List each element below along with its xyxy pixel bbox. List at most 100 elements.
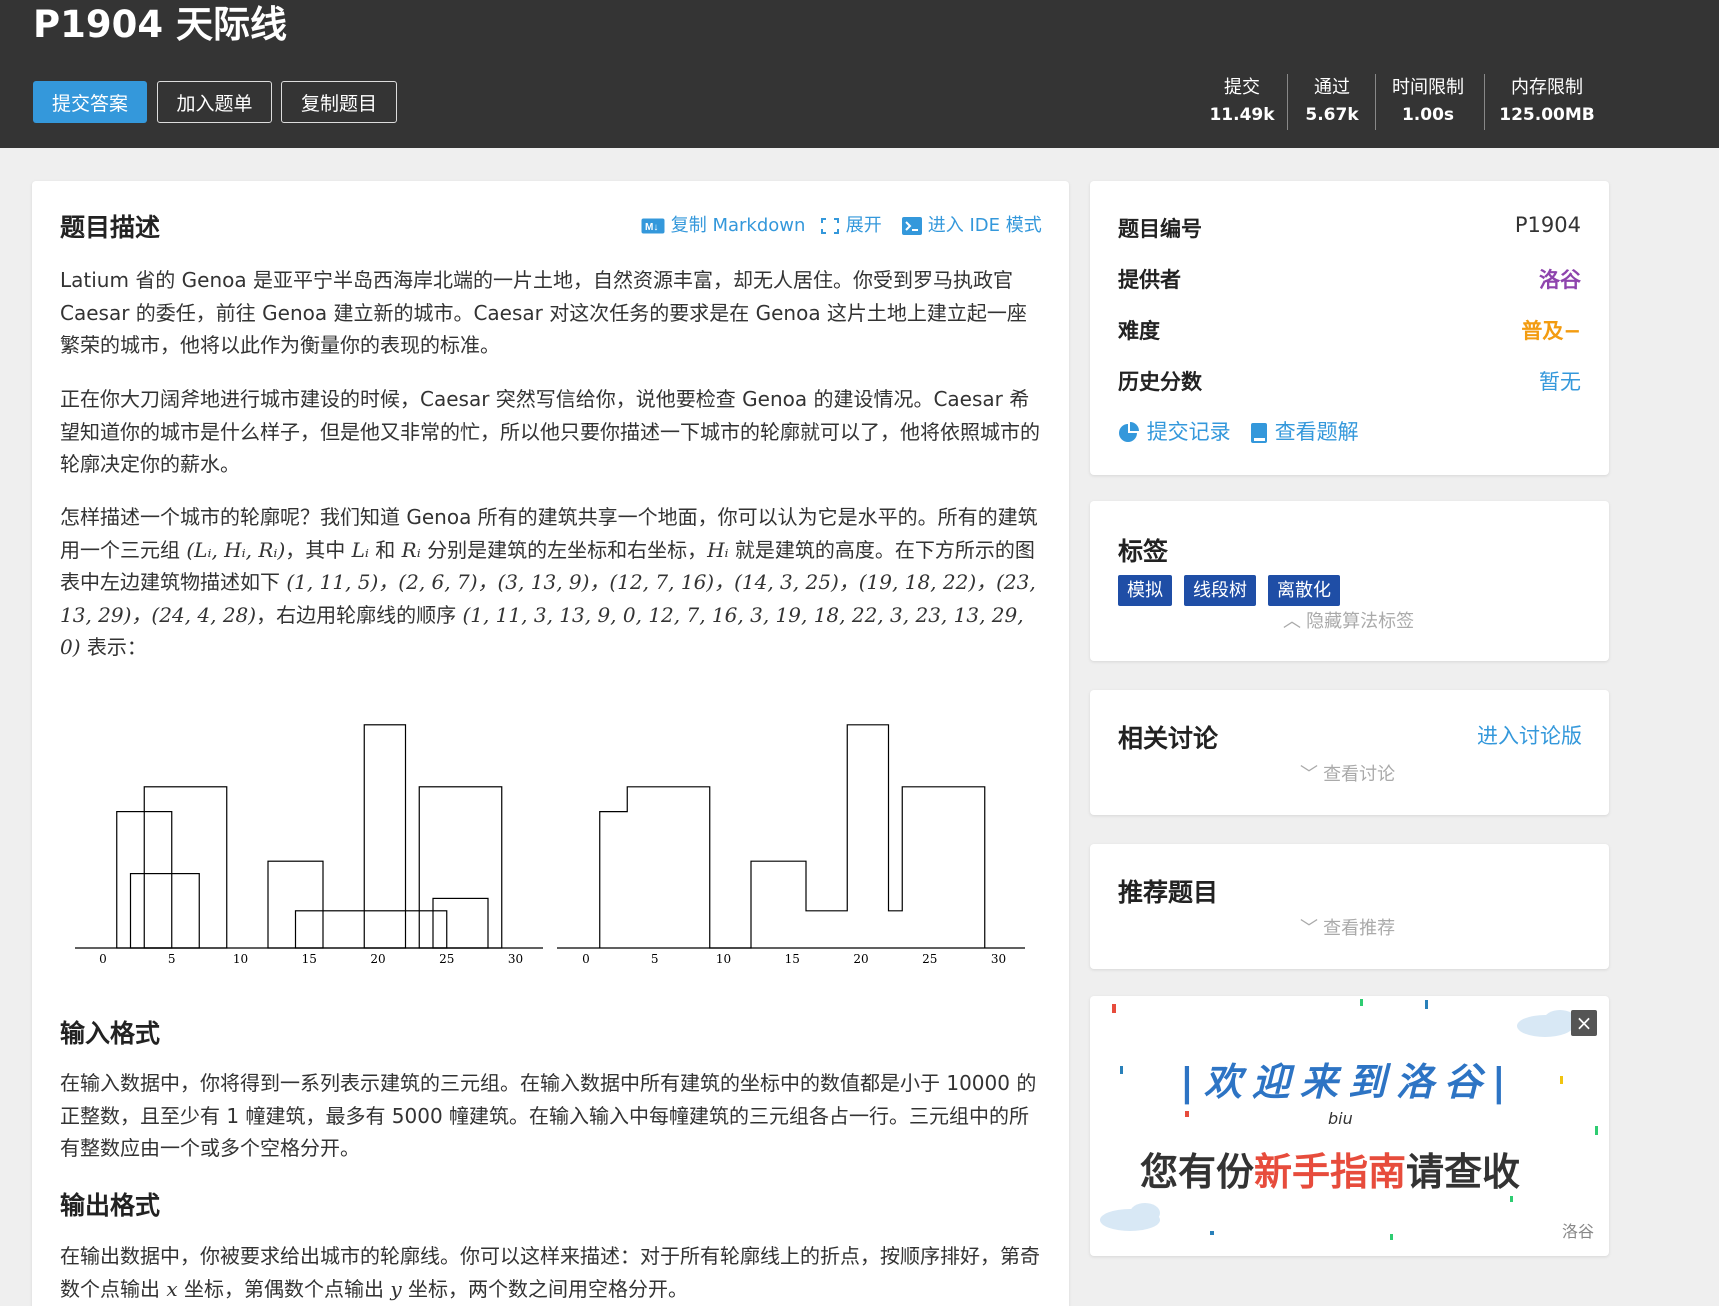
- discussion-heading: 相关讨论: [1118, 724, 1219, 753]
- svg-text:M↓: M↓: [645, 222, 658, 233]
- tag-simulation[interactable]: 模拟: [1118, 575, 1172, 606]
- math: Rᵢ: [401, 537, 421, 562]
- ad-text-part: 请查收: [1406, 1150, 1521, 1194]
- stat-label: 时间限制: [1392, 77, 1464, 98]
- output-format-text: 在输出数据中，你被要求给出城市的轮廓线。你可以这样来描述：对于所有轮廓线上的折点…: [60, 1240, 1042, 1305]
- newbie-guide-banner[interactable]: |欢迎来到洛谷| biu 您有份新手指南请查收 洛谷 ×: [1090, 996, 1609, 1256]
- x-tick-label: 10: [716, 952, 731, 966]
- copy-markdown-label: 复制 Markdown: [670, 215, 806, 236]
- copy-problem-button[interactable]: 复制题目: [281, 81, 397, 123]
- recommend-heading: 推荐题目: [1118, 878, 1219, 907]
- pie-chart-icon: [1119, 422, 1139, 442]
- x-tick-label: 5: [651, 952, 659, 966]
- stat-value: 1.00s: [1401, 105, 1455, 125]
- text: 和: [368, 537, 402, 562]
- text: ，右边用轮廓线的顺序: [256, 602, 463, 627]
- x-tick-label: 10: [233, 952, 248, 966]
- hide-tags-label: 隐藏算法标签: [1306, 611, 1415, 632]
- submit-answer-button[interactable]: 提交答案: [33, 81, 147, 123]
- tags-heading: 标签: [1118, 537, 1169, 566]
- chevron-down-icon: ﹀: [1300, 918, 1318, 939]
- math: Hᵢ: [707, 537, 729, 562]
- hide-tags-toggle[interactable]: ︿ 隐藏算法标签: [1283, 607, 1414, 633]
- ad-close-button[interactable]: ×: [1571, 1010, 1597, 1036]
- building-rect: [432, 897, 489, 949]
- problem-header: P1904 天际线 提交答案 加入题单 复制题目 提交 11.49k 通过 5.…: [0, 0, 1719, 148]
- description-paragraph-1: Latium 省的 Genoa 是亚平宁半岛西海岸北端的一片土地，自然资源丰富，…: [60, 268, 1027, 357]
- skyline-figure: 0 5 10 15 20 25 30 0 5 10 15 20 25 30: [75, 724, 1025, 966]
- ad-text-part: 您有份: [1140, 1150, 1255, 1194]
- stat-value: 5.67k: [1305, 105, 1359, 125]
- math: (Lᵢ, Hᵢ, Rᵢ): [186, 537, 286, 562]
- view-solutions-link[interactable]: 查看题解: [1250, 416, 1359, 446]
- history-score-value: 暂无: [1539, 370, 1581, 394]
- expand-button[interactable]: 展开: [820, 211, 882, 237]
- stat-accepted: 通过 5.67k: [1300, 74, 1364, 128]
- x-tick-label: 30: [991, 952, 1006, 966]
- ad-biu-text: biu: [1328, 1109, 1353, 1128]
- output-format-heading: 输出格式: [60, 1191, 161, 1220]
- provider-link[interactable]: 洛谷: [1539, 264, 1581, 294]
- expand-icon: [821, 218, 839, 234]
- view-discussion-toggle[interactable]: ﹀ 查看讨论: [1300, 760, 1395, 786]
- info-row-difficulty: 难度 普及−: [1118, 315, 1581, 345]
- stat-time-limit: 时间限制 1.00s: [1383, 74, 1473, 128]
- stat-value: 11.49k: [1209, 105, 1275, 125]
- stat-memory-limit: 内存限制 125.00MB: [1496, 74, 1598, 128]
- x-tick-label: 0: [582, 952, 590, 966]
- input-format-text: 在输入数据中，你将得到一系列表示建筑的三元组。在输入数据中所有建筑的坐标中的数值…: [60, 1071, 1037, 1160]
- stat-value: 125.00MB: [1499, 105, 1595, 125]
- description-paragraph-2: 正在你大刀阔斧地进行城市建设的时候，Caesar 突然写信给你，说他要检查 Ge…: [60, 387, 1040, 476]
- info-row-history-score: 历史分数 暂无: [1118, 366, 1581, 396]
- problem-info-card: 题目编号 P1904 提供者 洛谷 难度 普及− 历史分数 暂无 提交记录 查看…: [1090, 181, 1609, 475]
- description-paragraph-3: 怎样描述一个城市的轮廓呢？我们知道 Genoa 所有的建筑共享一个地面，你可以认…: [60, 501, 1042, 664]
- building-rect: [363, 724, 407, 949]
- math: y: [390, 1276, 402, 1301]
- problem-title: P1904 天际线: [33, 3, 287, 46]
- math: Lᵢ: [351, 537, 369, 562]
- ide-mode-button[interactable]: 进入 IDE 模式: [902, 211, 1042, 237]
- difficulty-badge: 普及−: [1521, 319, 1581, 343]
- stat-label: 通过: [1314, 77, 1350, 98]
- copy-markdown-button[interactable]: M↓ 复制 Markdown: [641, 211, 805, 237]
- x-tick-label: 15: [785, 952, 800, 966]
- x-tick-label: 0: [99, 952, 107, 966]
- ide-mode-label: 进入 IDE 模式: [927, 215, 1042, 236]
- book-icon: [1251, 423, 1267, 443]
- info-row-id: 题目编号 P1904: [1118, 213, 1581, 243]
- building-rect: [129, 873, 200, 949]
- x-tick-label: 25: [439, 952, 454, 966]
- ad-brand-label: 洛谷: [1561, 1222, 1594, 1241]
- ad-text-highlight: 新手指南: [1254, 1150, 1407, 1194]
- text: 分别是建筑的左坐标和右坐标，: [420, 537, 708, 562]
- text: ，其中: [285, 537, 352, 562]
- stat-divider: [1375, 74, 1376, 130]
- info-key: 难度: [1118, 319, 1160, 343]
- x-tick-label: 20: [370, 952, 385, 966]
- ad-guide-text: 您有份新手指南请查收: [1140, 1141, 1520, 1196]
- view-recommend-toggle[interactable]: ﹀ 查看推荐: [1300, 914, 1395, 940]
- info-key: 题目编号: [1118, 217, 1202, 241]
- info-key: 提供者: [1118, 268, 1181, 292]
- view-solutions-label: 查看题解: [1274, 420, 1359, 444]
- x-tick-label: 30: [508, 952, 523, 966]
- stat-label: 提交: [1224, 77, 1260, 98]
- building-rect: [143, 786, 228, 949]
- expand-label: 展开: [845, 215, 882, 236]
- stat-submissions: 提交 11.49k: [1206, 74, 1278, 128]
- add-to-list-button[interactable]: 加入题单: [157, 81, 272, 123]
- input-format-heading: 输入格式: [60, 1019, 161, 1048]
- submission-records-link[interactable]: 提交记录: [1118, 416, 1231, 446]
- tag-discretization[interactable]: 离散化: [1268, 575, 1340, 606]
- stat-divider: [1287, 74, 1288, 130]
- tag-segment-tree[interactable]: 线段树: [1184, 575, 1256, 606]
- enter-forum-link[interactable]: 进入讨论版: [1477, 720, 1582, 750]
- markdown-icon: M↓: [641, 218, 665, 234]
- x-tick-label: 25: [922, 952, 937, 966]
- ad-title-text: 欢迎来到洛谷: [1203, 1060, 1492, 1104]
- ad-welcome-title: |欢迎来到洛谷|: [1180, 1060, 1516, 1104]
- view-recommend-label: 查看推荐: [1323, 918, 1396, 939]
- x-tick-label: 15: [302, 952, 317, 966]
- problem-id-value: P1904: [1514, 213, 1581, 237]
- terminal-icon: [902, 217, 922, 235]
